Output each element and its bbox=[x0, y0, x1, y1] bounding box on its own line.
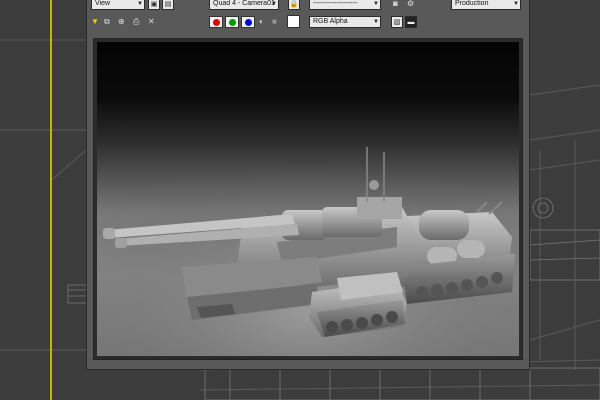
preset-dropdown-value: ------------------- bbox=[313, 0, 358, 7]
toolbar-row-1: View ▼ ▣ ▤ Quad 4 - Camera01 ▼ 🔒 -------… bbox=[87, 0, 529, 14]
clone-icon[interactable]: ⊕ bbox=[118, 16, 125, 28]
color-swatch-icon[interactable] bbox=[287, 15, 300, 28]
rendered-image bbox=[97, 42, 519, 356]
chevron-down-icon: ▼ bbox=[513, 1, 519, 7]
display-alpha-button[interactable]: ▧ bbox=[391, 16, 403, 28]
crop-icon: ▣ bbox=[150, 1, 158, 8]
chevron-down-icon: ▼ bbox=[373, 19, 379, 25]
render-mode-dropdown[interactable]: Production ▼ bbox=[451, 0, 521, 10]
copy-icon[interactable]: ⧉ bbox=[104, 16, 110, 28]
viewport-dropdown[interactable]: Quad 4 - Camera01 ▼ bbox=[209, 0, 279, 10]
area-lock-button[interactable]: ▣ bbox=[148, 0, 160, 10]
auto-region-button[interactable]: ▤ bbox=[162, 0, 174, 10]
render-preset-dropdown[interactable]: ------------------- ▼ bbox=[309, 0, 381, 10]
green-channel-button[interactable] bbox=[225, 16, 239, 28]
area-dropdown-value: View bbox=[95, 0, 111, 7]
green-channel-icon bbox=[228, 18, 236, 26]
save-icon[interactable]: ▼ bbox=[91, 16, 99, 28]
red-channel-icon bbox=[212, 18, 220, 26]
display-rgb-icon: ▬ bbox=[407, 18, 415, 26]
blue-channel-button[interactable] bbox=[241, 16, 255, 28]
channel-dropdown-value: RGB Alpha bbox=[313, 18, 348, 25]
chevron-down-icon: ▼ bbox=[271, 1, 277, 7]
viewport-dropdown-value: Quad 4 - Camera01 bbox=[213, 0, 275, 7]
active-viewport-border bbox=[50, 0, 52, 400]
blue-channel-icon bbox=[244, 18, 252, 26]
environment-icon[interactable]: ⚙ bbox=[407, 0, 414, 10]
area-to-render-dropdown[interactable]: View ▼ bbox=[91, 0, 145, 10]
clear-icon[interactable]: ✕ bbox=[148, 16, 155, 28]
region-icon: ▤ bbox=[164, 1, 172, 8]
chevron-down-icon: ▼ bbox=[137, 1, 143, 7]
render-setup-icon[interactable]: ◙ bbox=[393, 0, 398, 10]
mono-icon[interactable]: ◐ bbox=[259, 16, 264, 28]
lock-viewport-button[interactable]: 🔒 bbox=[288, 0, 300, 10]
display-channel-dropdown[interactable]: RGB Alpha ▼ bbox=[309, 16, 381, 28]
lock-icon: 🔒 bbox=[289, 1, 299, 8]
rendered-frame-window[interactable]: View ▼ ▣ ▤ Quad 4 - Camera01 ▼ 🔒 -------… bbox=[86, 0, 530, 370]
toolbar-row-2: ▼ ⧉ ⊕ ⎙ ✕ ◐ ■ RGB Alpha ▼ ▧ ▬ bbox=[87, 14, 529, 31]
display-alpha-icon: ▧ bbox=[393, 19, 401, 26]
alpha-icon[interactable]: ■ bbox=[272, 16, 277, 28]
tank-render-illustration bbox=[97, 142, 519, 356]
chevron-down-icon: ▼ bbox=[373, 1, 379, 7]
display-rgb-button[interactable]: ▬ bbox=[405, 16, 417, 28]
render-image-frame[interactable] bbox=[93, 38, 523, 360]
print-icon[interactable]: ⎙ bbox=[133, 16, 139, 28]
red-channel-button[interactable] bbox=[209, 16, 223, 28]
mode-dropdown-value: Production bbox=[455, 0, 489, 7]
